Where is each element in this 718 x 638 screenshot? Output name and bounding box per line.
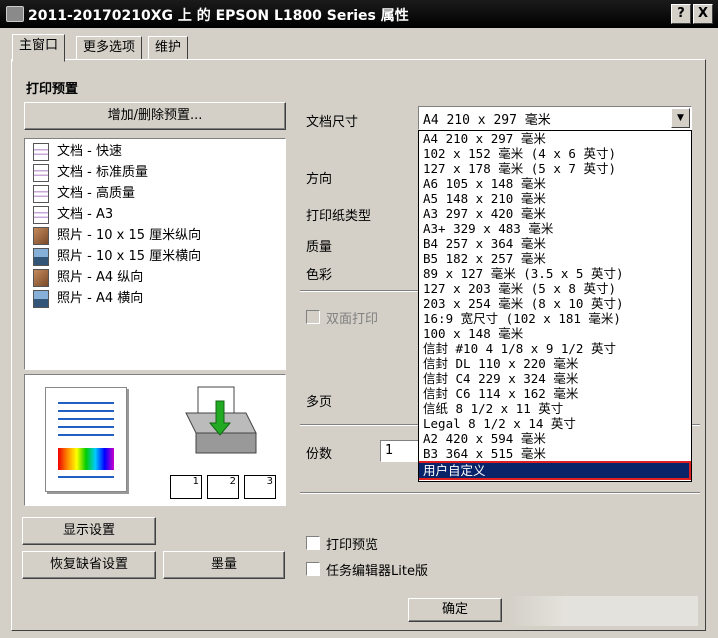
quality-label: 质量 bbox=[306, 240, 333, 255]
size-option[interactable]: 203 x 254 毫米 (8 x 10 英寸) bbox=[419, 296, 691, 311]
title-bar: 2011-20170210XG 上 的 EPSON L1800 Series 属… bbox=[0, 0, 718, 28]
size-option[interactable]: A6 105 x 148 毫米 bbox=[419, 176, 691, 191]
size-option[interactable]: 102 x 152 毫米 (4 x 6 英寸) bbox=[419, 146, 691, 161]
document-icon bbox=[33, 163, 49, 182]
size-option[interactable]: A3 297 x 420 毫米 bbox=[419, 206, 691, 221]
size-option[interactable]: 127 x 178 毫米 (5 x 7 英寸) bbox=[419, 161, 691, 176]
preset-item[interactable]: 照片 - 10 x 15 厘米纵向 bbox=[33, 225, 201, 246]
tab-more-options[interactable]: 更多选项 bbox=[76, 36, 143, 60]
divider bbox=[300, 290, 418, 292]
size-option[interactable]: 信纸 8 1/2 x 11 英寸 bbox=[419, 401, 691, 416]
chevron-down-icon[interactable]: ▼ bbox=[671, 108, 690, 128]
print-preview-checkbox[interactable] bbox=[306, 536, 320, 550]
photo-portrait-icon bbox=[33, 268, 49, 287]
window-title: 2011-20170210XG 上 的 EPSON L1800 Series 属… bbox=[28, 8, 409, 24]
photo-landscape-icon bbox=[33, 289, 49, 308]
doc-size-dropdown-list[interactable]: A4 210 x 297 毫米 102 x 152 毫米 (4 x 6 英寸) … bbox=[418, 130, 692, 482]
size-option[interactable]: 信封 C6 114 x 162 毫米 bbox=[419, 386, 691, 401]
doc-size-label: 文档尺寸 bbox=[306, 115, 359, 130]
copies-icon: 3 bbox=[244, 475, 276, 499]
add-remove-presets-button[interactable]: 增加/删除预置... bbox=[24, 102, 286, 130]
copies-icon: 1 bbox=[170, 475, 202, 499]
multipage-label: 多页 bbox=[306, 395, 333, 410]
duplex-checkbox[interactable] bbox=[306, 310, 320, 324]
page-preview-icon bbox=[45, 387, 127, 492]
duplex-label: 双面打印 bbox=[326, 312, 379, 327]
print-preview-area: 1 2 3 bbox=[24, 374, 286, 506]
tab-maintenance[interactable]: 维护 bbox=[148, 36, 189, 60]
copies-label: 份数 bbox=[306, 447, 333, 462]
ink-levels-button[interactable]: 墨量 bbox=[163, 551, 285, 579]
presets-heading: 打印预置 bbox=[26, 82, 79, 97]
size-option[interactable]: 16:9 宽尺寸 (102 x 181 毫米) bbox=[419, 311, 691, 326]
tab-main[interactable]: 主窗口 bbox=[12, 34, 66, 62]
size-option[interactable]: A4 210 x 297 毫米 bbox=[419, 131, 691, 146]
help-button[interactable]: ? bbox=[671, 4, 691, 24]
preset-item[interactable]: 文档 - A3 bbox=[33, 204, 113, 225]
close-button[interactable]: X bbox=[693, 4, 713, 24]
size-option[interactable]: 100 x 148 毫米 bbox=[419, 326, 691, 341]
size-option[interactable]: A5 148 x 210 毫米 bbox=[419, 191, 691, 206]
copies-input[interactable]: 1 bbox=[380, 440, 422, 462]
size-option[interactable]: A3+ 329 x 483 毫米 bbox=[419, 221, 691, 236]
preset-item[interactable]: 文档 - 标准质量 bbox=[33, 162, 148, 183]
divider bbox=[300, 492, 700, 494]
printer-icon bbox=[185, 386, 257, 454]
restore-defaults-button[interactable]: 恢复缺省设置 bbox=[22, 551, 156, 579]
preset-item[interactable]: 照片 - A4 纵向 bbox=[33, 267, 143, 288]
paper-type-label: 打印纸类型 bbox=[306, 209, 372, 224]
orientation-label: 方向 bbox=[306, 172, 333, 187]
size-option[interactable]: B4 257 x 364 毫米 bbox=[419, 236, 691, 251]
ok-button[interactable]: 确定 bbox=[408, 598, 502, 622]
document-icon bbox=[33, 205, 49, 224]
size-option[interactable]: B5 182 x 257 毫米 bbox=[419, 251, 691, 266]
size-option[interactable]: A2 420 x 594 毫米 bbox=[419, 431, 691, 446]
size-option[interactable]: 信封 #10 4 1/8 x 9 1/2 英寸 bbox=[419, 341, 691, 356]
preset-item[interactable]: 照片 - 10 x 15 厘米横向 bbox=[33, 246, 201, 267]
photo-portrait-icon bbox=[33, 226, 49, 245]
preset-item[interactable]: 文档 - 高质量 bbox=[33, 183, 135, 204]
doc-size-select[interactable]: A4 210 x 297 毫米 ▼ bbox=[418, 106, 692, 130]
print-preview-label: 打印预览 bbox=[326, 538, 379, 553]
size-option[interactable]: 89 x 127 毫米 (3.5 x 5 英寸) bbox=[419, 266, 691, 281]
copies-icon: 2 bbox=[207, 475, 239, 499]
size-option-selected[interactable]: 用户自定义 bbox=[419, 461, 691, 480]
preset-item[interactable]: 文档 - 快速 bbox=[33, 141, 122, 162]
document-icon bbox=[33, 142, 49, 161]
show-settings-button[interactable]: 显示设置 bbox=[22, 517, 156, 545]
watermark-overlay bbox=[508, 596, 698, 626]
job-arranger-checkbox[interactable] bbox=[306, 562, 320, 576]
size-option[interactable]: 信封 DL 110 x 220 毫米 bbox=[419, 356, 691, 371]
size-option[interactable]: Legal 8 1/2 x 14 英寸 bbox=[419, 416, 691, 431]
job-arranger-label: 任务编辑器Lite版 bbox=[326, 564, 428, 579]
preset-item[interactable]: 照片 - A4 横向 bbox=[33, 288, 143, 309]
printer-app-icon bbox=[6, 6, 24, 22]
photo-landscape-icon bbox=[33, 247, 49, 266]
document-icon bbox=[33, 184, 49, 203]
size-option[interactable]: 127 x 203 毫米 (5 x 8 英寸) bbox=[419, 281, 691, 296]
presets-list[interactable]: 文档 - 快速 文档 - 标准质量 文档 - 高质量 文档 - A3 照片 - … bbox=[24, 138, 286, 370]
size-option[interactable]: B3 364 x 515 毫米 bbox=[419, 446, 691, 461]
color-label: 色彩 bbox=[306, 268, 333, 283]
size-option[interactable]: 信封 C4 229 x 324 毫米 bbox=[419, 371, 691, 386]
